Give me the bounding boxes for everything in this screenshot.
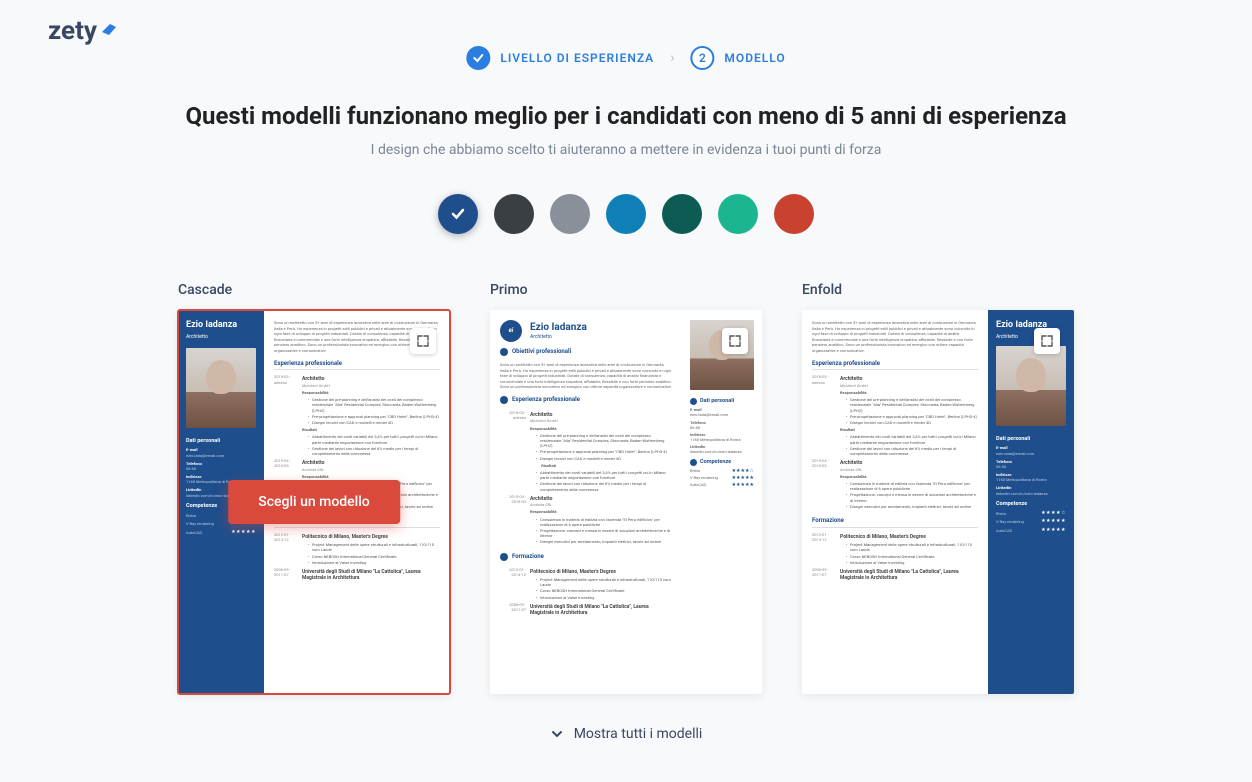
color-swatch[interactable] (550, 194, 590, 234)
logo: zety (48, 16, 119, 46)
chevron-down-icon (550, 727, 564, 741)
zoom-icon[interactable] (1034, 328, 1060, 354)
show-all-templates[interactable]: Mostra tutti i modelli (96, 726, 1156, 742)
zoom-icon[interactable] (410, 328, 436, 354)
color-swatch[interactable] (718, 194, 758, 234)
color-swatch[interactable] (606, 194, 646, 234)
template-name: Primo (490, 282, 762, 298)
color-swatch[interactable] (774, 194, 814, 234)
color-swatch[interactable] (662, 194, 702, 234)
template-card-primo[interactable]: ei Ezio IadanzaArchitetto Obiettivi prof… (490, 310, 762, 694)
template-card-enfold[interactable]: Ezio IadanzaArchitetto Dati personali E-… (802, 310, 1074, 694)
color-picker (96, 194, 1156, 234)
show-all-label: Mostra tutti i modelli (574, 726, 703, 742)
template-card-cascade[interactable]: Ezio IadanzaArchitetto Dati personali E-… (178, 310, 450, 694)
template-name: Enfold (802, 282, 1074, 298)
page-title: Questi modelli funzionano meglio per i c… (96, 102, 1156, 130)
color-swatch[interactable] (494, 194, 534, 234)
color-swatch[interactable] (438, 194, 478, 234)
page-subtitle: I design che abbiamo scelto ti aiuterann… (96, 142, 1156, 158)
zoom-icon[interactable] (722, 328, 748, 354)
template-name: Cascade (178, 282, 450, 298)
choose-template-button[interactable]: Scegli un modello (228, 480, 400, 524)
